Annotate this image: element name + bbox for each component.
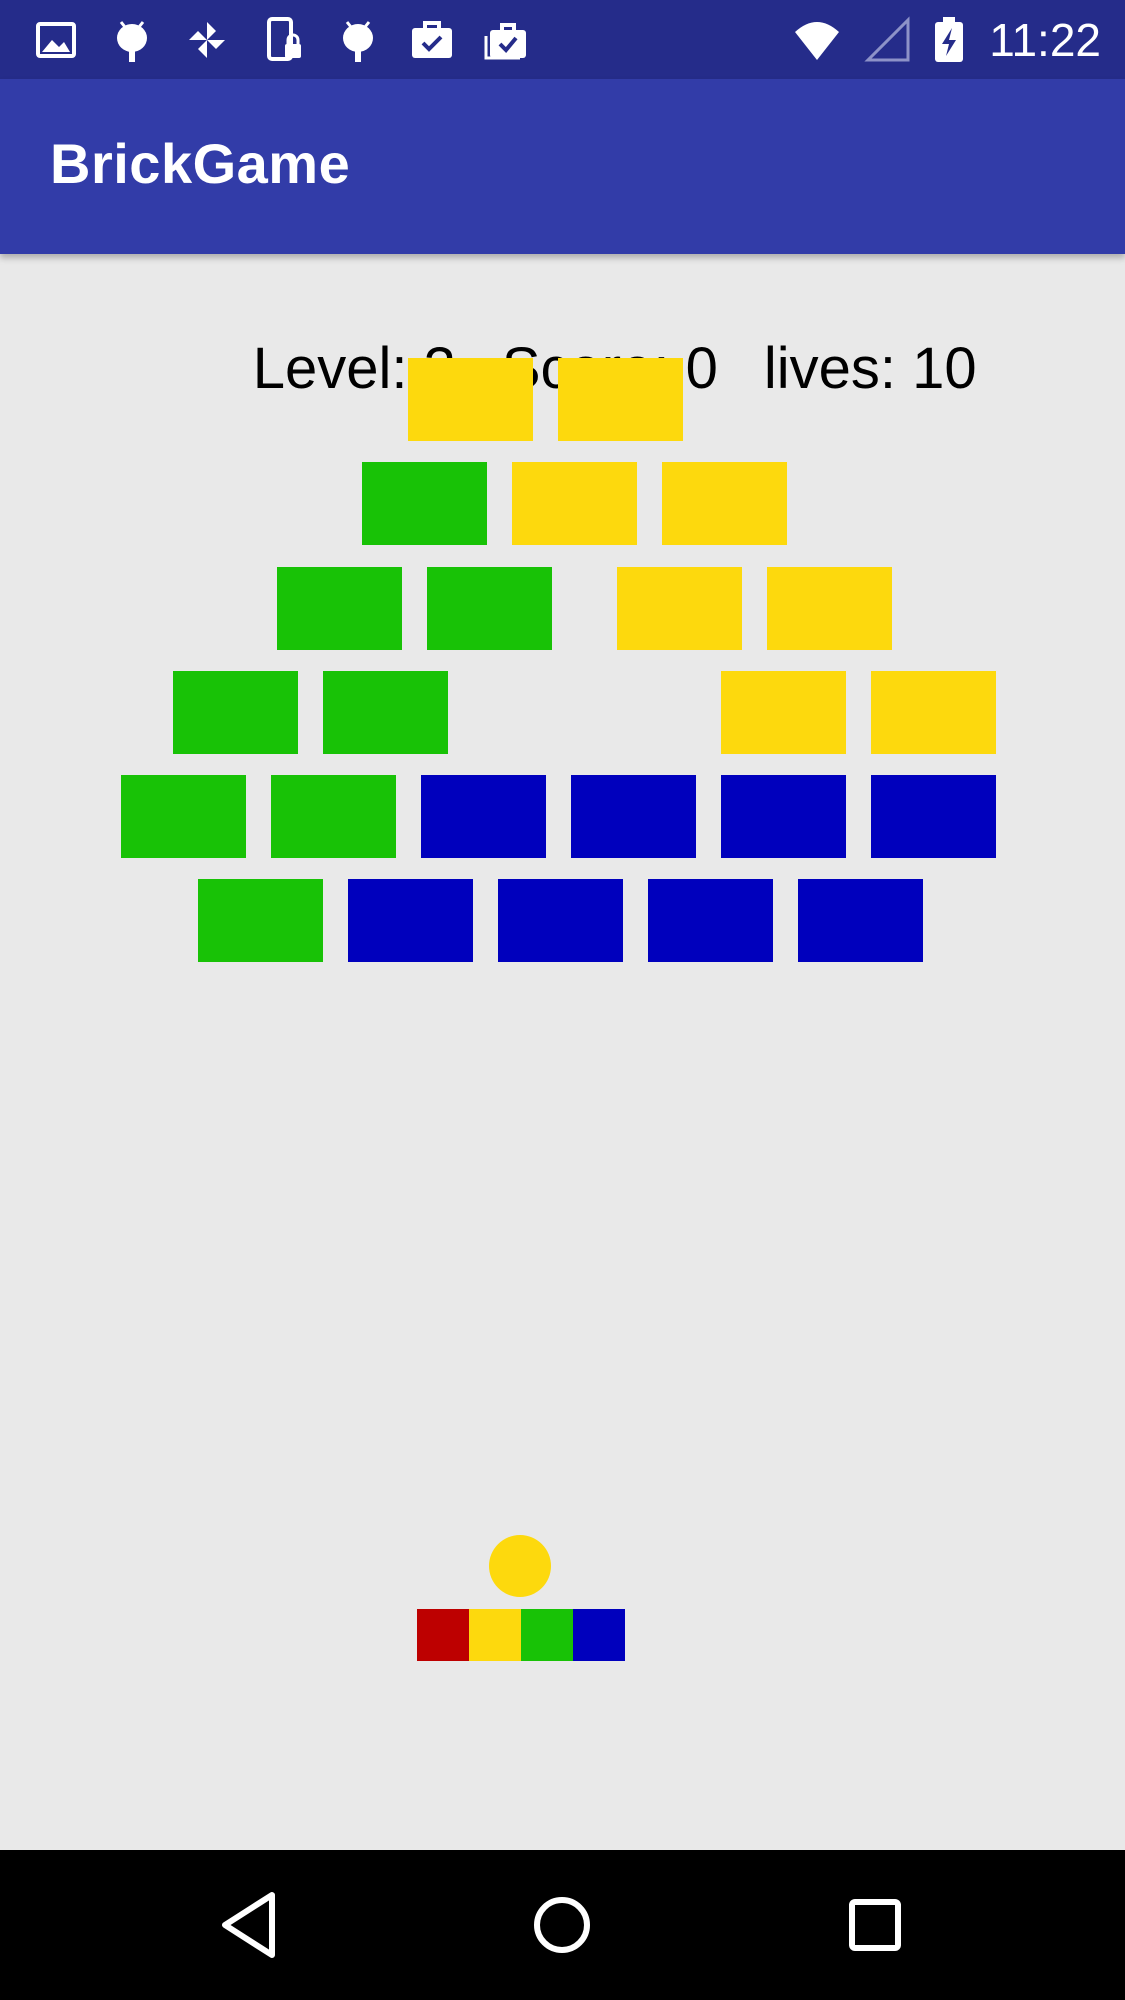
app-title: BrickGame [50, 132, 351, 195]
brick-yellow [617, 567, 742, 650]
brick-blue [348, 879, 473, 962]
cell-signal-icon [864, 16, 910, 62]
ball [489, 1535, 551, 1597]
brick-blue [871, 775, 996, 858]
brick-yellow [558, 358, 683, 441]
android-debug-icon [117, 21, 147, 62]
briefcase-check-icon [412, 21, 452, 58]
game-area[interactable]: Level: 3Score: 0lives: 10 [0, 254, 1125, 1850]
brick-blue [571, 775, 696, 858]
battery-charging-icon [935, 17, 963, 62]
brick-green [121, 775, 246, 858]
brick-yellow [408, 358, 533, 441]
image-icon [36, 22, 76, 58]
paddle-segment-yellow[interactable] [469, 1609, 521, 1661]
home-icon[interactable] [522, 1885, 602, 1965]
brick-green [271, 775, 396, 858]
brick-blue [798, 879, 923, 962]
navigation-bar [0, 1850, 1125, 2000]
back-icon[interactable] [210, 1885, 290, 1965]
brick-yellow [871, 671, 996, 754]
phone-lock-icon [267, 17, 301, 61]
screen: 11:22 BrickGame Level: 3Score: 0lives: 1… [0, 0, 1125, 2000]
game-board [121, 358, 996, 1661]
app-bar: BrickGame [0, 79, 1125, 254]
status-bar: 11:22 [0, 0, 1125, 79]
brick-yellow [512, 462, 637, 545]
brick-green [198, 879, 323, 962]
brick-green [427, 567, 552, 650]
brick-green [362, 462, 487, 545]
paddle-segment-red[interactable] [417, 1609, 469, 1661]
brick-green [323, 671, 448, 754]
brick-blue [648, 879, 773, 962]
paddle-segment-blue[interactable] [573, 1609, 625, 1661]
brick-blue [721, 775, 846, 858]
brick-blue [421, 775, 546, 858]
brick-yellow [721, 671, 846, 754]
pinwheel-icon [189, 22, 225, 58]
brick-yellow [662, 462, 787, 545]
recents-icon[interactable] [835, 1885, 915, 1965]
brick-blue [498, 879, 623, 962]
brick-green [173, 671, 298, 754]
paddle-segment-green[interactable] [521, 1609, 573, 1661]
brick-yellow [767, 567, 892, 650]
wifi-icon [795, 22, 839, 60]
clock-time: 11:22 [989, 14, 1101, 66]
brick-green [277, 567, 402, 650]
briefcases-check-icon [484, 23, 526, 60]
android-debug-icon [343, 21, 373, 62]
